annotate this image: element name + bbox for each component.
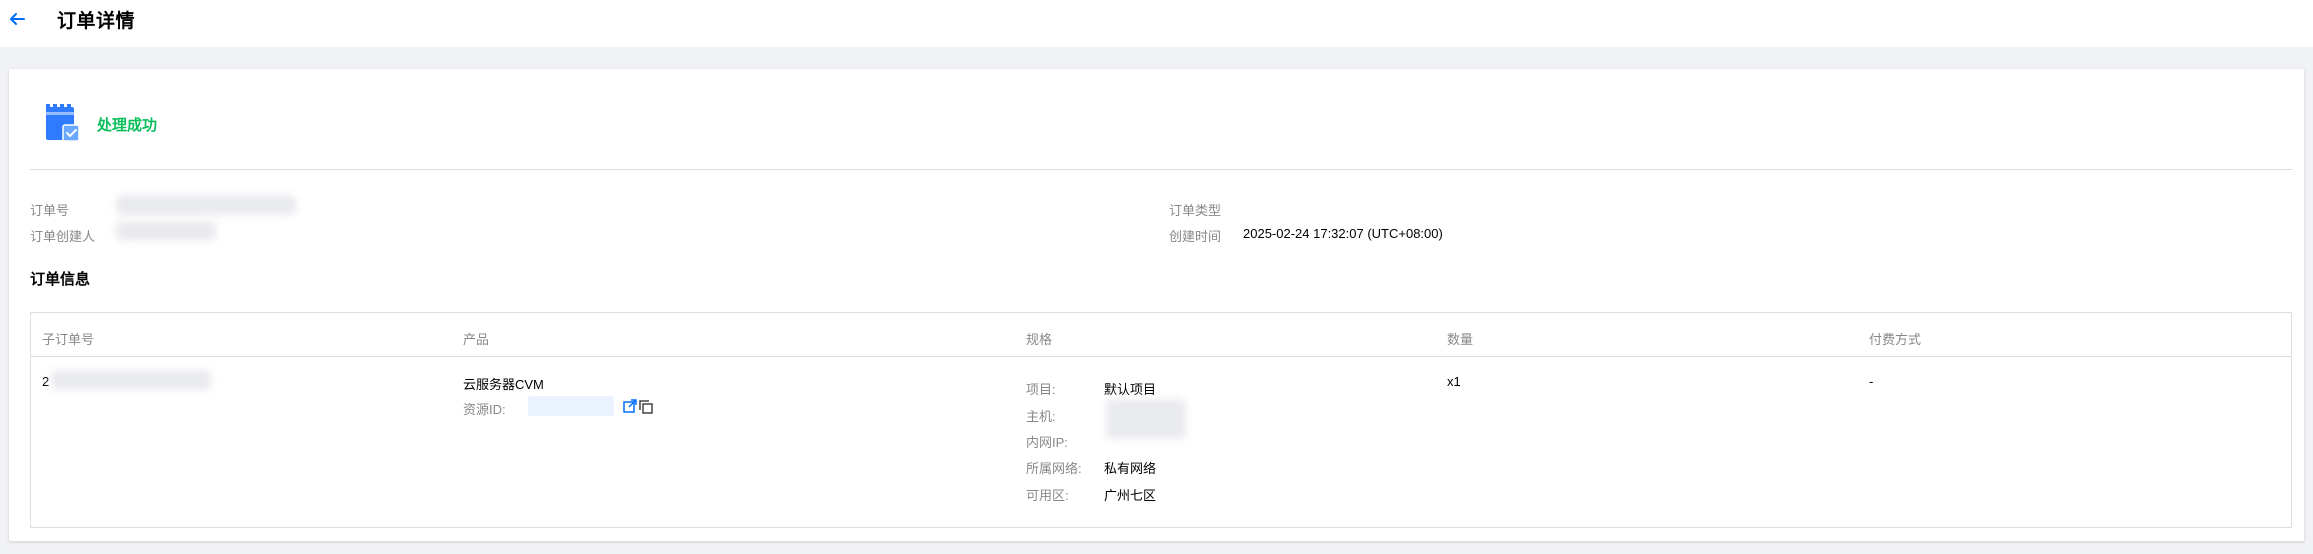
order-no-label: 订单号 (30, 203, 70, 218)
sub-order-prefix: 2 (42, 374, 50, 389)
order-type-label: 订单类型 (1169, 203, 1222, 218)
spec-network-label: 所属网络: (1026, 461, 1082, 476)
payment-value: - (1869, 374, 1874, 389)
order-success-icon (46, 104, 80, 142)
order-detail-card: 处理成功 订单号 订单创建人 订单类型 创建时间 2025-02-24 17:3… (9, 69, 2304, 541)
spec-zone-value: 广州七区 (1104, 488, 1157, 503)
created-time-label: 创建时间 (1169, 229, 1222, 244)
col-payment: 付费方式 (1869, 332, 1922, 347)
created-time-value: 2025-02-24 17:32:07 (UTC+08:00) (1243, 226, 1443, 241)
col-sub-order: 子订单号 (42, 332, 95, 347)
order-info-title: 订单信息 (30, 271, 91, 288)
spec-ip-label: 内网IP: (1026, 435, 1068, 450)
col-quantity: 数量 (1447, 332, 1474, 347)
spec-project-value: 默认项目 (1104, 382, 1157, 397)
spec-zone-label: 可用区: (1026, 488, 1069, 503)
spec-project-label: 项目: (1026, 382, 1056, 397)
resource-id-label: 资源ID: (463, 402, 506, 417)
order-table: 子订单号 产品 规格 数量 付费方式 2 云服务器CVM 资源ID: 项目: 默… (30, 312, 2292, 528)
status-text: 处理成功 (97, 117, 158, 134)
page-title: 订单详情 (57, 11, 136, 32)
divider (30, 169, 2292, 170)
sub-order-value-redacted (51, 370, 211, 390)
order-no-value-redacted (116, 195, 296, 215)
copy-icon[interactable] (639, 400, 653, 414)
creator-label: 订单创建人 (30, 229, 96, 244)
product-name: 云服务器CVM (463, 377, 544, 392)
spec-host-value-redacted (1106, 399, 1186, 439)
creator-value-redacted (116, 221, 216, 241)
col-product: 产品 (463, 332, 490, 347)
top-bar: 订单详情 (0, 0, 2313, 47)
table-header-divider (31, 356, 2291, 357)
spec-network-value: 私有网络 (1104, 461, 1157, 476)
col-spec: 规格 (1026, 332, 1053, 347)
spec-host-label: 主机: (1026, 409, 1056, 424)
back-button[interactable] (6, 8, 28, 30)
quantity-value: x1 (1447, 374, 1461, 389)
arrow-left-icon (10, 13, 25, 25)
resource-id-link[interactable] (528, 396, 614, 416)
external-link-icon[interactable] (623, 399, 637, 413)
